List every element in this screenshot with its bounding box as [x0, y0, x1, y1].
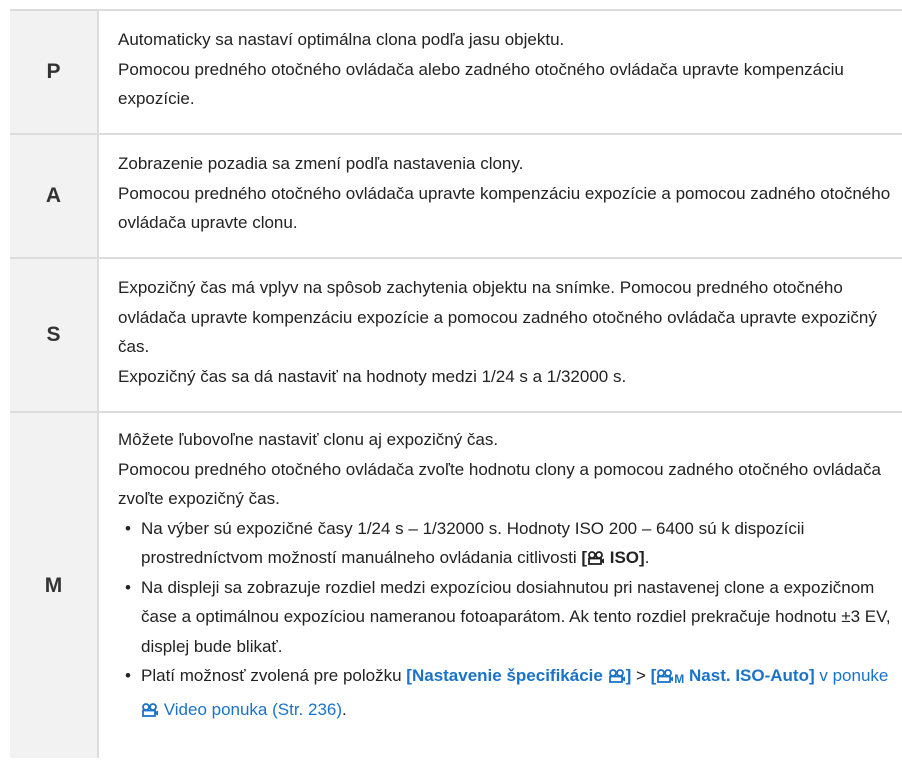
mode-description: Automaticky sa nastaví optimálna clona p…	[99, 11, 902, 133]
movie-camera-icon	[608, 669, 625, 683]
movie-iso-setting: [ ISO]	[581, 548, 645, 567]
mode-description: Môžete ľubovoľne nastaviť clonu aj expoz…	[99, 413, 902, 758]
description-line: Automaticky sa nastaví optimálna clona p…	[118, 30, 565, 49]
mode-description: Zobrazenie pozadia sa zmení podľa nastav…	[99, 135, 902, 257]
mode-label: S	[10, 259, 99, 411]
mode-label: A	[10, 135, 99, 257]
link-iso-auto-settings[interactable]: [M Nast. ISO-Auto]	[651, 666, 815, 686]
mode-row-m: M Môžete ľubovoľne nastaviť clonu aj exp…	[10, 411, 902, 758]
link-video-spec-settings[interactable]: [Nastavenie špecifikácie ]	[406, 666, 631, 685]
bullet-list: Na výber sú expozičné časy 1/24 s – 1/32…	[118, 514, 902, 725]
mode-label: P	[10, 11, 99, 133]
bullet-item: Platí možnosť zvolená pre položku [Nasta…	[118, 661, 902, 724]
movie-camera-icon	[142, 702, 158, 717]
mode-description: Expozičný čas má vplyv na spôsob zachyte…	[99, 259, 902, 411]
description-line: Expozičný čas sa dá nastaviť na hodnoty …	[118, 366, 627, 386]
description-line: Pomocou predného otočného ovládača zvoľt…	[118, 459, 881, 509]
mode-row-p: P Automaticky sa nastaví optimálna clona…	[10, 9, 902, 133]
description-line: Pomocou predného otočného ovládača uprav…	[118, 183, 891, 233]
bullet-item: Na výber sú expozičné časy 1/24 s – 1/32…	[118, 514, 902, 573]
mode-row-s: S Expozičný čas má vplyv na spôsob zachy…	[10, 257, 902, 411]
exposure-mode-table: P Automaticky sa nastaví optimálna clona…	[10, 9, 902, 758]
description-line: Expozičný čas má vplyv na spôsob zachyte…	[118, 278, 877, 356]
description-line: Pomocou predného otočného ovládača alebo…	[118, 59, 844, 109]
link-video-menu[interactable]: Video ponuka (Str. 236)	[141, 700, 342, 719]
mode-label: M	[10, 413, 99, 758]
movie-camera-icon	[588, 551, 605, 565]
movie-camera-icon	[657, 669, 674, 683]
description-line: Zobrazenie pozadia sa zmení podľa nastav…	[118, 154, 524, 173]
mode-row-a: A Zobrazenie pozadia sa zmení podľa nast…	[10, 133, 902, 257]
bullet-item: Na displeji sa zobrazuje rozdiel medzi e…	[118, 573, 902, 662]
description-line: Môžete ľubovoľne nastaviť clonu aj expoz…	[118, 430, 499, 449]
